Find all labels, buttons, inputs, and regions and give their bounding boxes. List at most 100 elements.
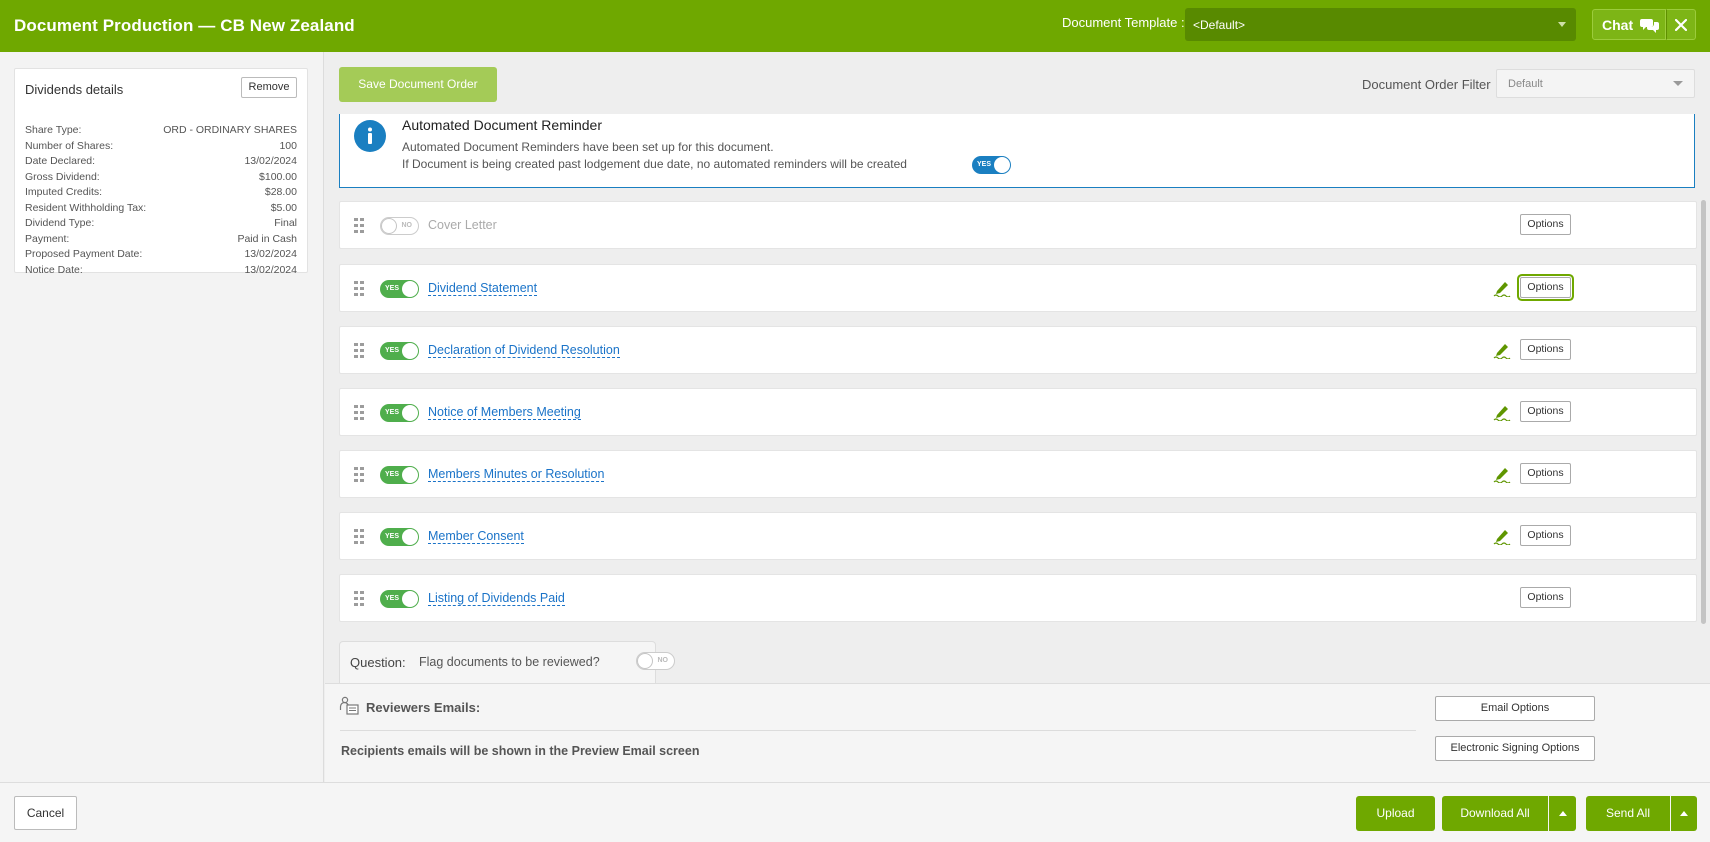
drag-handle-icon[interactable] [354,591,364,606]
document-name: Cover Letter [428,218,497,232]
options-button[interactable]: Options [1520,277,1571,298]
detail-value: 13/02/2024 [244,248,297,260]
document-template-value: <Default> [1193,18,1246,32]
reminder-toggle[interactable]: YES [972,156,1011,174]
drag-handle-icon[interactable] [354,405,364,420]
toggle-knob [381,218,397,234]
detail-value: $100.00 [259,170,297,183]
document-template-select[interactable]: <Default> [1185,8,1576,41]
page-title: Document Production — CB New Zealand [14,16,355,35]
detail-value: $5.00 [270,201,297,214]
document-toggle[interactable]: NO [380,217,419,235]
toggle-knob [994,157,1010,173]
document-order-filter-label: Document Order Filter [1362,77,1491,92]
electronic-signing-options-button[interactable]: Electronic Signing Options [1435,736,1595,761]
document-name-link[interactable]: Dividend Statement [428,281,538,296]
detail-row: Imputed Credits: $28.00 [25,185,297,201]
detail-row: Notice Date: 13/02/2024 [25,263,297,279]
footer-bar: Cancel Upload Download All Send All [0,782,1710,842]
toggle-knob [402,591,418,607]
detail-value: 13/02/2024 [244,263,297,276]
document-row-notice-members-meeting: YES Notice of Members Meeting Options [339,388,1697,436]
detail-label: Imputed Credits: [25,186,103,198]
document-toggle[interactable]: YES [380,342,419,360]
document-name-link[interactable]: Notice of Members Meeting [428,405,581,420]
document-name-link[interactable]: Members Minutes or Resolution [428,467,605,482]
reviewer-contact-icon [339,696,359,715]
email-options-button[interactable]: Email Options [1435,696,1595,721]
e-signature-icon[interactable] [1493,527,1511,545]
options-button[interactable]: Options [1520,463,1571,484]
options-button[interactable]: Options [1520,214,1571,235]
flag-review-toggle[interactable]: NO [636,652,675,670]
send-all-button[interactable]: Send All [1586,796,1670,831]
e-signature-icon[interactable] [1493,403,1511,421]
detail-label: Proposed Payment Date: [25,248,143,260]
document-template-label: Document Template : [1062,15,1185,30]
toggle-knob [402,405,418,421]
send-all-dropdown-button[interactable] [1671,796,1697,831]
toggle-label: YES [385,347,400,354]
document-toggle[interactable]: YES [380,466,419,484]
detail-label: Gross Dividend: [25,170,100,183]
chat-button[interactable]: Chat [1592,9,1666,40]
options-button[interactable]: Options [1520,339,1571,360]
save-document-order-button[interactable]: Save Document Order [339,67,497,102]
toggle-knob [402,467,418,483]
document-order-filter-value: Default [1508,78,1543,90]
toggle-label: YES [385,595,400,602]
toggle-knob [402,529,418,545]
document-list-scrollbar[interactable] [1701,200,1706,624]
e-signature-icon[interactable] [1493,341,1511,359]
document-toggle[interactable]: YES [380,280,419,298]
document-row-declaration-resolution: YES Declaration of Dividend Resolution O… [339,326,1697,374]
download-all-button[interactable]: Download All [1442,796,1548,831]
drag-handle-icon[interactable] [354,467,364,482]
document-toggle[interactable]: YES [380,590,419,608]
document-name-link[interactable]: Member Consent [428,529,524,544]
close-button[interactable] [1666,9,1696,40]
dividends-details-list: Share Type: ORD - ORDINARY SHARES Number … [25,123,297,278]
document-name-link[interactable]: Declaration of Dividend Resolution [428,343,620,358]
detail-value: 13/02/2024 [244,155,297,167]
document-toggle[interactable]: YES [380,404,419,422]
detail-row: Share Type: ORD - ORDINARY SHARES [25,123,297,139]
options-button[interactable]: Options [1520,525,1571,546]
options-button[interactable]: Options [1520,587,1571,608]
remove-button[interactable]: Remove [241,77,297,98]
detail-row: Payment: Paid in Cash [25,232,297,248]
sidebar: Dividends details Remove Share Type: ORD … [0,52,324,782]
question-label: Question: [350,655,406,670]
drag-handle-icon[interactable] [354,218,364,233]
e-signature-icon[interactable] [1493,279,1511,297]
info-icon [354,120,386,152]
e-signature-icon[interactable] [1493,465,1511,483]
reviewers-note: Recipients emails will be shown in the P… [341,744,700,758]
document-toggle[interactable]: YES [380,528,419,546]
drag-handle-icon[interactable] [354,281,364,296]
toggle-label: NO [401,222,413,229]
caret-down-icon [1673,81,1683,86]
document-row-cover-letter: NO Cover Letter Options [339,201,1697,249]
caret-up-icon [1558,811,1567,817]
detail-row: Proposed Payment Date: 13/02/2024 [25,247,297,263]
upload-button[interactable]: Upload [1356,796,1435,831]
detail-value: Final [274,217,297,229]
document-order-filter-select[interactable]: Default [1496,69,1695,98]
document-name-link[interactable]: Listing of Dividends Paid [428,591,565,606]
cancel-button[interactable]: Cancel [14,796,77,830]
detail-row: Date Declared: 13/02/2024 [25,154,297,170]
detail-label: Share Type: [25,124,82,136]
drag-handle-icon[interactable] [354,529,364,544]
chat-bubbles-icon [1640,18,1660,33]
caret-up-icon [1680,811,1688,817]
toggle-label: NO [657,657,669,664]
download-all-dropdown-button[interactable] [1549,796,1576,831]
app-header: Document Production — CB New Zealand Doc… [0,0,1710,52]
detail-label: Date Declared: [25,155,96,167]
detail-label: Payment: [25,232,70,245]
options-button[interactable]: Options [1520,401,1571,422]
detail-row: Gross Dividend: $100.00 [25,170,297,186]
drag-handle-icon[interactable] [354,343,364,358]
detail-row: Resident Withholding Tax: $5.00 [25,201,297,217]
